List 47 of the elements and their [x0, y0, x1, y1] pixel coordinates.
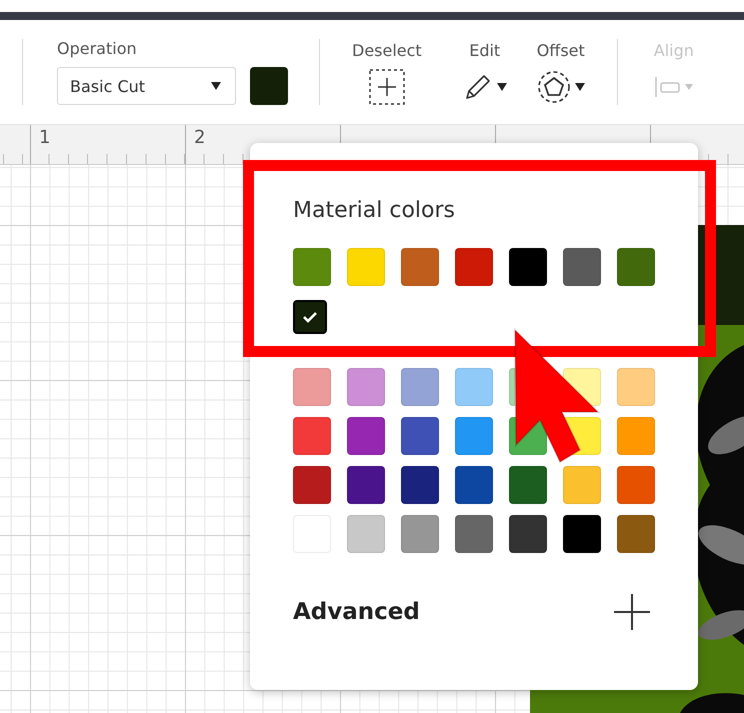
caret-icon [574, 82, 585, 90]
popup-title: Material colors [293, 198, 456, 223]
tool-label: Deselect [352, 40, 422, 60]
tool-label: Edit [469, 40, 500, 60]
tool-label: Offset [536, 40, 585, 60]
palette-swatch[interactable] [347, 515, 385, 553]
deselect-button[interactable] [368, 70, 406, 104]
palette-swatch[interactable] [455, 417, 493, 455]
tool-label: Align [654, 40, 694, 60]
plus-icon [613, 593, 651, 631]
offset-button[interactable] [536, 70, 585, 104]
deselect-icon [368, 68, 406, 106]
palette-swatch[interactable] [401, 515, 439, 553]
palette-swatch[interactable] [401, 368, 439, 406]
expand-button[interactable] [613, 593, 651, 631]
palette-swatch[interactable] [293, 417, 331, 455]
palette-swatch[interactable] [455, 368, 493, 406]
advanced-label: Advanced [293, 599, 420, 625]
palette-swatch[interactable] [617, 515, 655, 553]
palette-swatch[interactable] [455, 515, 493, 553]
palette-swatch[interactable] [617, 368, 655, 406]
palette-swatch[interactable] [509, 515, 547, 553]
palette-swatch[interactable] [347, 417, 385, 455]
palette-swatch[interactable] [509, 368, 515, 406]
palette-swatch[interactable] [293, 466, 331, 504]
color-swatch[interactable] [250, 67, 288, 105]
align-icon [654, 74, 694, 98]
palette-swatch[interactable] [563, 515, 601, 553]
tool-label: Operation [57, 39, 138, 58]
palette-swatch[interactable] [563, 466, 601, 504]
material-swatch[interactable] [293, 300, 327, 334]
palette-swatch[interactable] [293, 368, 331, 406]
palette-swatch[interactable] [347, 368, 385, 406]
caret-icon [496, 82, 507, 90]
palette-swatch[interactable] [455, 466, 493, 504]
palette-swatch[interactable] [509, 466, 547, 504]
ruler-number: 2 [194, 127, 206, 148]
check-icon [302, 311, 318, 323]
palette-swatch[interactable] [617, 417, 655, 455]
palette-swatch[interactable] [617, 466, 655, 504]
operation-dropdown[interactable]: Basic Cut [57, 67, 236, 105]
palette-swatch[interactable] [347, 466, 385, 504]
offset-icon [536, 70, 571, 104]
ruler-number: 1 [39, 127, 50, 148]
caret-icon [211, 82, 221, 90]
palette-swatch[interactable] [401, 466, 439, 504]
palette-swatch[interactable] [401, 417, 439, 455]
